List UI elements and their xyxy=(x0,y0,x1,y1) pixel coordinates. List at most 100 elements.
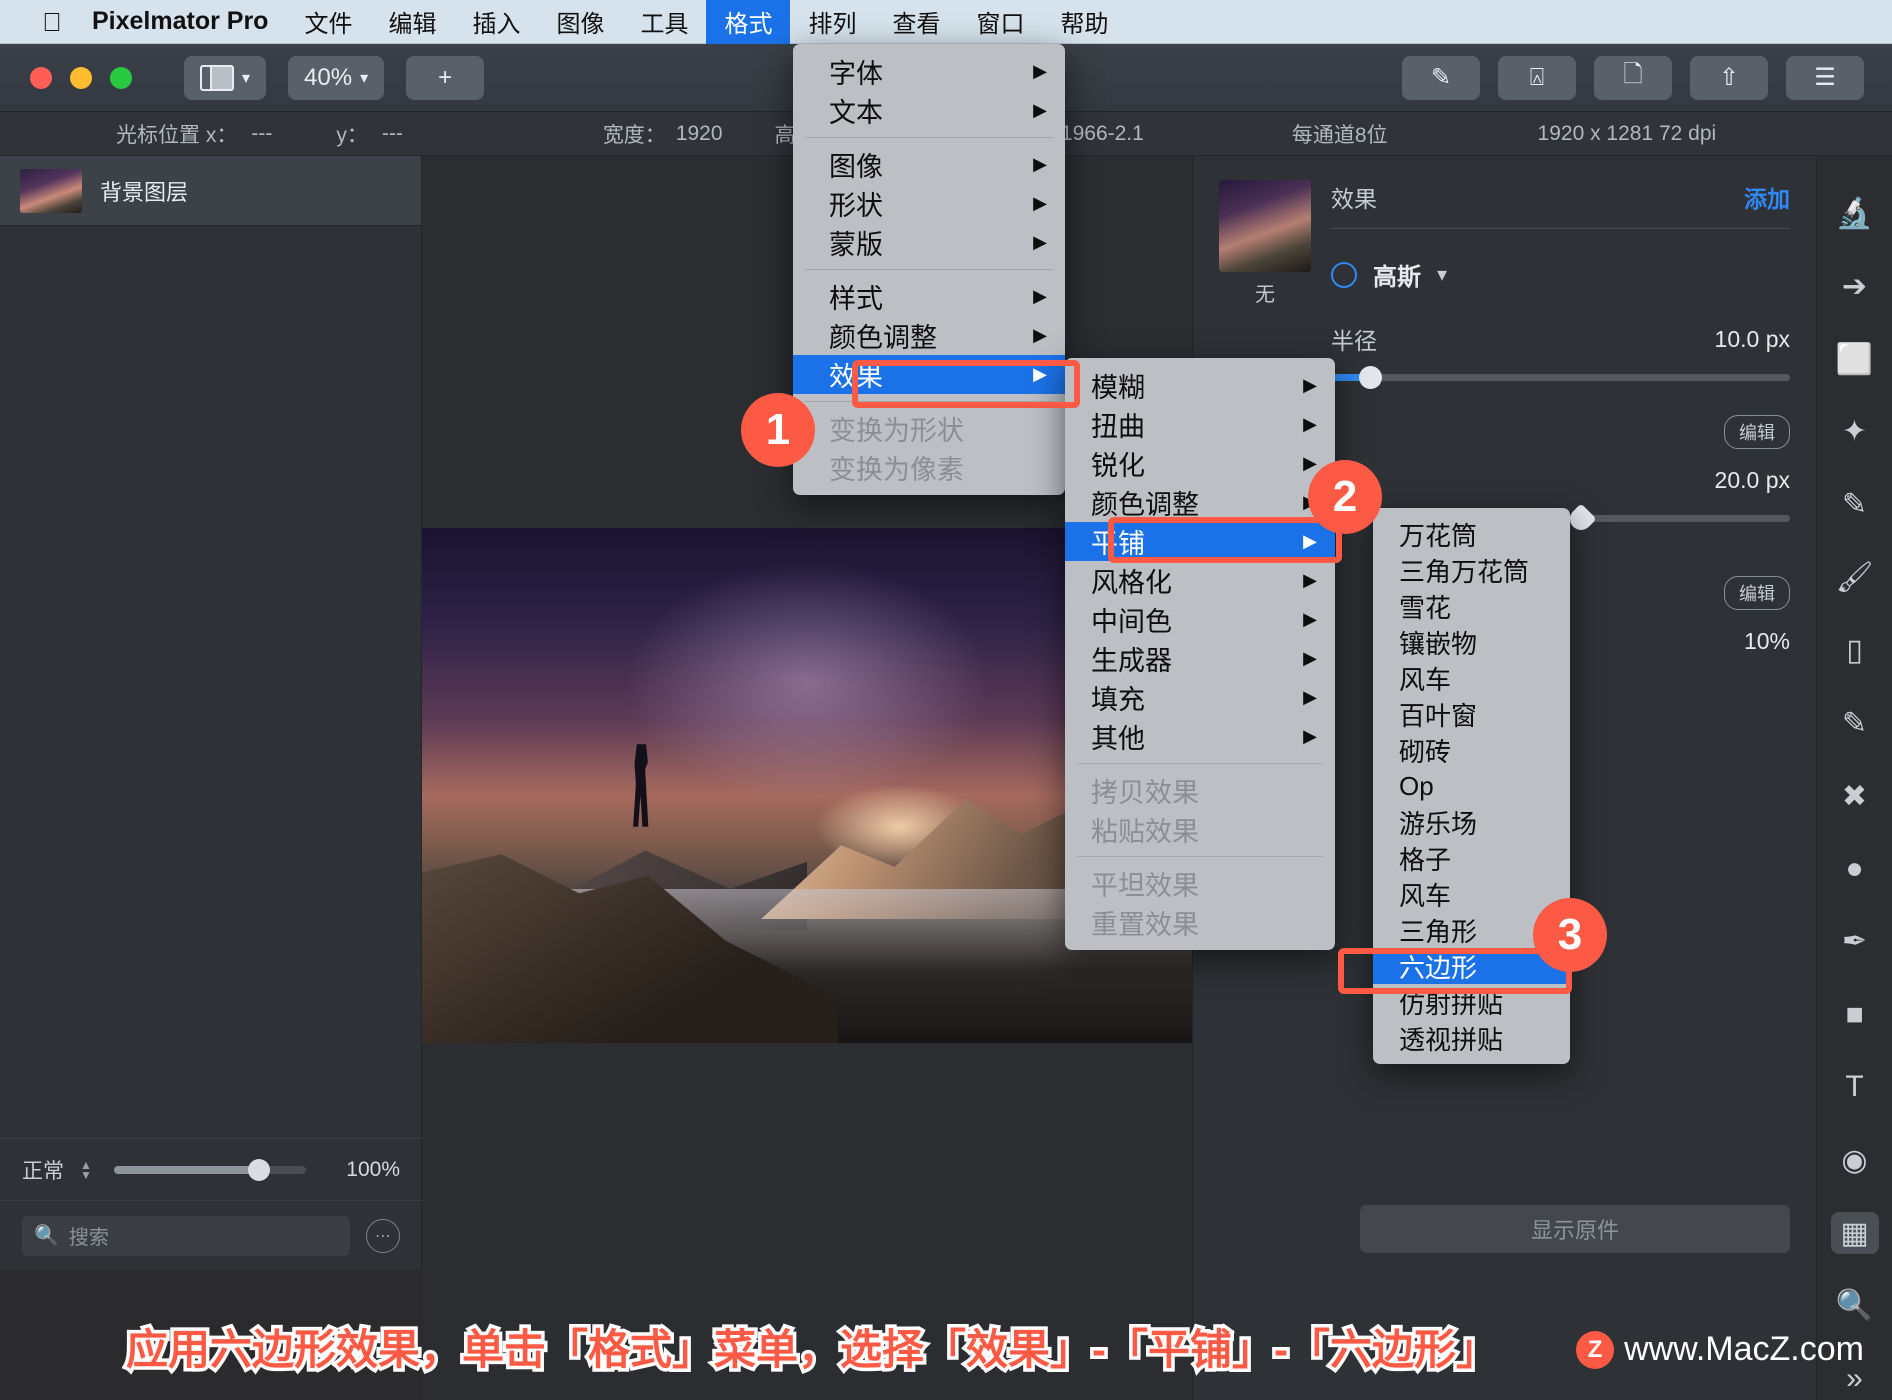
menubar-item-view[interactable]: 查看 xyxy=(874,0,958,45)
menu-item-sharpen[interactable]: 锐化 ▶ xyxy=(1065,444,1335,483)
menubar-item-window[interactable]: 窗口 xyxy=(958,0,1042,45)
effects-tool-icon[interactable]: ▦ xyxy=(1830,1211,1879,1255)
minimize-button[interactable] xyxy=(70,66,92,89)
menu-item-tile[interactable]: 平铺 ▶ xyxy=(1065,522,1335,561)
menu-item-color-adjust[interactable]: 颜色调整▶ xyxy=(793,316,1065,355)
more-options-button[interactable]: ⋯ xyxy=(366,1218,400,1253)
menu-item-label: 风车 xyxy=(1399,664,1452,695)
retouch-button[interactable]: ✎ xyxy=(1402,55,1480,100)
eraser-tool-icon[interactable]: ✎ xyxy=(1831,702,1879,745)
menu-item-style[interactable]: 样式 ▶ xyxy=(793,277,1065,316)
layers-panel: 背景图层 正常 ▲ ▼ 100% 🔍 搜索 ⋯ xyxy=(0,156,422,1270)
clone-tool-icon[interactable]: ✖ xyxy=(1831,775,1879,818)
menu-item-blur[interactable]: 模糊 ▶ xyxy=(1065,366,1335,405)
menu-item-generator[interactable]: 生成器 ▶ xyxy=(1065,639,1335,678)
crop-icon: ⍓ xyxy=(1529,63,1545,91)
effects-title: 效果 xyxy=(1331,186,1377,212)
menu-item-snowflake[interactable]: 雪花 xyxy=(1373,588,1570,624)
inspector-button[interactable]: ☰ xyxy=(1786,55,1864,100)
menubar-app-name[interactable]: Pixelmator Pro xyxy=(74,1,286,42)
share-button[interactable]: ⇧ xyxy=(1690,55,1768,100)
menu-item-perspective-tile[interactable]: 透视拼贴 xyxy=(1373,1020,1570,1056)
menu-item-label: 重置效果 xyxy=(1091,910,1199,940)
menubar-item-format[interactable]: 格式 xyxy=(706,0,791,45)
opacity-slider[interactable] xyxy=(114,1158,306,1181)
effect-thumbnail[interactable] xyxy=(1219,180,1311,272)
chevron-right-icon: ▶ xyxy=(1033,61,1047,81)
menubar-item-tools[interactable]: 工具 xyxy=(622,0,706,45)
menu-item-text[interactable]: 文本 ▶ xyxy=(793,91,1065,130)
add-effect-button[interactable]: 添加 xyxy=(1744,180,1790,214)
pen-tool-icon[interactable]: ✒ xyxy=(1831,920,1879,963)
quick-selection-tool-icon[interactable]: ✦ xyxy=(1831,410,1879,453)
selection-tool-icon[interactable]: ⬜ xyxy=(1831,338,1879,381)
add-button[interactable]: + xyxy=(406,55,485,100)
search-icon: 🔍 xyxy=(34,1225,59,1247)
menu-item-grid[interactable]: 格子 xyxy=(1373,840,1570,876)
menu-format[interactable]: 字体 ▶ 文本 ▶ 图像 ▶ 形状 ▶ 蒙版 ▶ 样式 ▶ 颜色调整 ▶ 效果 ▶ 变换为形状 … xyxy=(793,44,1065,495)
layer-list-item[interactable]: 背景图层 xyxy=(0,156,421,226)
zoom-level-button[interactable]: 40% ▾ xyxy=(288,55,385,100)
selected-effect-row[interactable]: 高斯 ▾ xyxy=(1331,257,1790,292)
edit-button[interactable]: 编辑 xyxy=(1724,415,1790,449)
menubar-item-help[interactable]: 帮助 xyxy=(1042,0,1126,45)
effect-toggle-radio[interactable] xyxy=(1331,261,1357,288)
paint-tool-icon[interactable]: 🖌 xyxy=(1831,556,1879,599)
menu-item-kaleidoscope[interactable]: 万花筒 xyxy=(1373,516,1570,552)
search-input[interactable]: 🔍 搜索 xyxy=(22,1215,350,1256)
menu-item-stylize[interactable]: 风格化 ▶ xyxy=(1065,561,1335,600)
menu-item-color-adjust[interactable]: 颜色调整▶ xyxy=(1065,483,1335,522)
menu-item-effects[interactable]: 效果 ▶ xyxy=(793,355,1065,394)
zoom-tool-icon[interactable]: 🔍 xyxy=(1831,1284,1879,1327)
color-tool-icon[interactable]: ● xyxy=(1831,847,1879,890)
menubar-item-image[interactable]: 图像 xyxy=(538,0,622,45)
menu-item-pinwheel-2[interactable]: 风车 xyxy=(1373,876,1570,912)
menu-item-other[interactable]: 其他 ▶ xyxy=(1065,717,1335,756)
cursor-y-value: --- xyxy=(381,121,403,145)
apple-logo-icon[interactable]:  xyxy=(30,9,74,35)
menu-item-op[interactable]: Op xyxy=(1373,768,1570,804)
arrange-tool-icon[interactable]: ➔ xyxy=(1831,265,1879,308)
edit-button[interactable]: 编辑 xyxy=(1724,576,1790,610)
menu-item-label: 锐化 xyxy=(1091,451,1145,481)
menu-item-image[interactable]: 图像 ▶ xyxy=(793,145,1065,184)
blend-mode-stepper[interactable]: ▲ ▼ xyxy=(78,1155,94,1185)
menu-item-halftone[interactable]: 中间色 ▶ xyxy=(1065,600,1335,639)
menu-tile[interactable]: 万花筒 三角万花筒 雪花 镶嵌物 风车 百叶窗 砌砖 Op 游乐场 格子 风车 … xyxy=(1373,508,1570,1064)
menu-item-shape[interactable]: 形状 ▶ xyxy=(793,184,1065,223)
menu-effects[interactable]: 模糊▶ 扭曲▶ 锐化▶ 颜色调整▶ 平铺▶ 风格化▶ 中间色▶ 生成器▶ 填充▶… xyxy=(1065,358,1335,950)
menubar-item-edit[interactable]: 编辑 xyxy=(370,0,454,45)
repair-tool-icon[interactable]: 🔬 xyxy=(1831,192,1879,235)
document-button[interactable]: 🗋 xyxy=(1594,55,1672,100)
menu-item-brick[interactable]: 砌砖 xyxy=(1373,732,1570,768)
menu-item-font[interactable]: 字体 ▶ xyxy=(793,52,1065,91)
menu-item-distort[interactable]: 扭曲 ▶ xyxy=(1065,405,1335,444)
retouch-tool-icon[interactable]: ✎ xyxy=(1831,483,1879,526)
menu-item-pinwheel[interactable]: 风车 xyxy=(1373,660,1570,696)
menu-item-fill[interactable]: 填充 ▶ xyxy=(1065,678,1335,717)
panel-toggle-button[interactable]: ▾ xyxy=(184,55,267,100)
show-original-button[interactable]: 显示原件 xyxy=(1360,1205,1790,1253)
chevron-down-icon[interactable]: ▾ xyxy=(1437,262,1447,287)
shape-tool-icon[interactable]: ■ xyxy=(1831,993,1879,1036)
blend-mode-label[interactable]: 正常 xyxy=(22,1155,64,1185)
menu-item-playground[interactable]: 游乐场 xyxy=(1373,804,1570,840)
window-controls[interactable] xyxy=(30,66,132,89)
gradient-tool-icon[interactable]: ▯ xyxy=(1831,629,1879,672)
param-radius: 半径 10.0 px xyxy=(1331,322,1790,389)
menu-item-blinds[interactable]: 百叶窗 xyxy=(1373,696,1570,732)
menubar-item-arrange[interactable]: 排列 xyxy=(790,0,874,45)
menubar-item-file[interactable]: 文件 xyxy=(286,0,370,45)
menubar-item-insert[interactable]: 插入 xyxy=(454,0,538,45)
text-tool-icon[interactable]: T xyxy=(1831,1066,1879,1109)
crop-button[interactable]: ⍓ xyxy=(1498,55,1576,100)
menu-item-mosaic[interactable]: 镶嵌物 xyxy=(1373,624,1570,660)
maximize-button[interactable] xyxy=(110,66,132,89)
menu-item-affine-tile[interactable]: 仿射拼贴 xyxy=(1373,984,1570,1020)
menu-item-mask[interactable]: 蒙版 ▶ xyxy=(793,223,1065,262)
style-tool-icon[interactable]: ◉ xyxy=(1831,1139,1879,1182)
menu-item-triangle-kaleidoscope[interactable]: 三角万花筒 xyxy=(1373,552,1570,588)
param-slider[interactable] xyxy=(1331,366,1790,389)
effect-preset-none[interactable]: 无 xyxy=(1219,180,1311,381)
close-button[interactable] xyxy=(30,66,52,89)
